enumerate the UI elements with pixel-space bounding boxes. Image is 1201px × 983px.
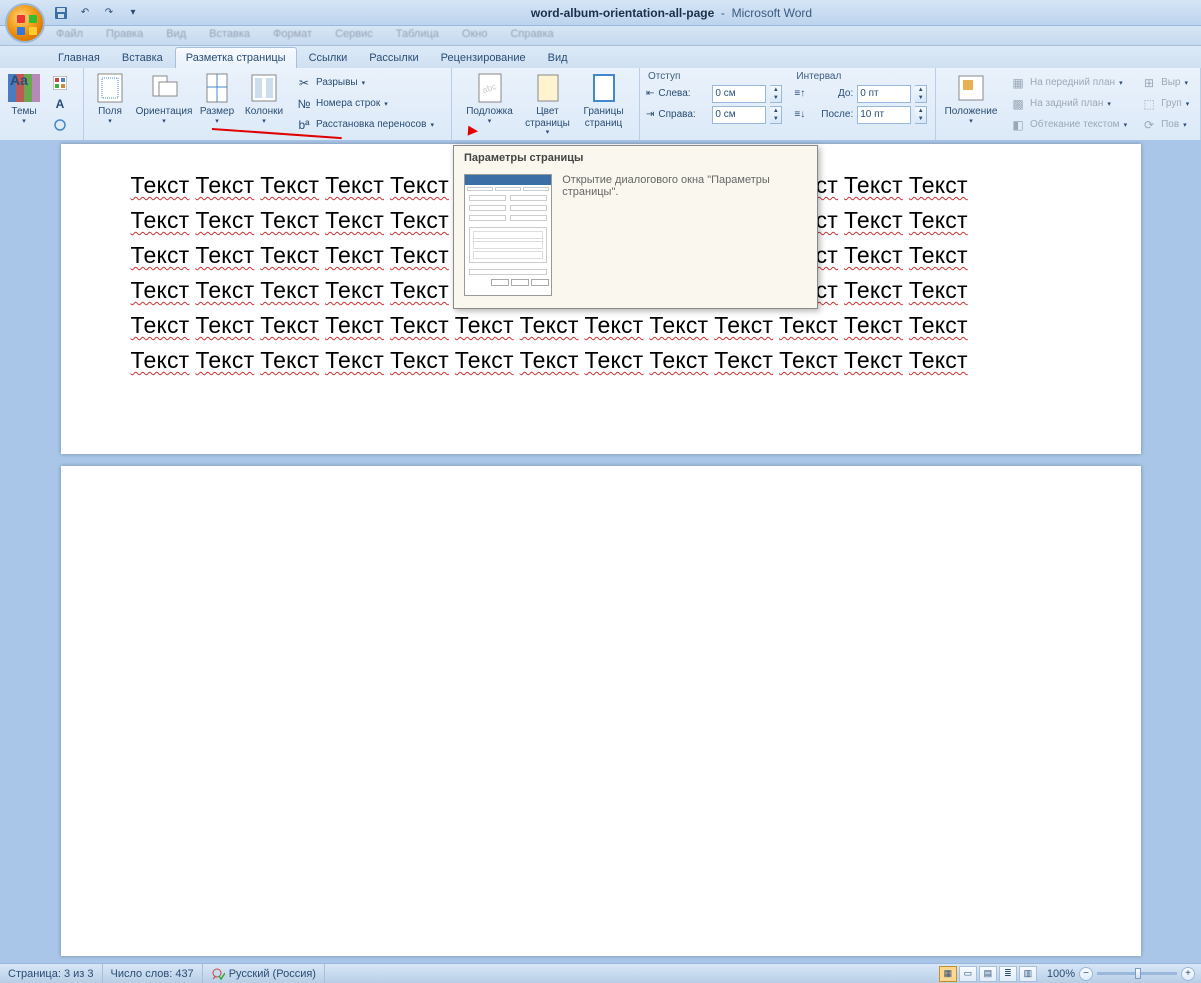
- view-draft[interactable]: ▥: [1019, 966, 1037, 982]
- ribbon-tabs: Главная Вставка Разметка страницы Ссылки…: [0, 46, 1201, 68]
- spinner[interactable]: ▲▼: [915, 85, 927, 103]
- size-button[interactable]: Размер: [196, 70, 238, 126]
- office-logo-icon: [17, 15, 37, 35]
- theme-fonts-button[interactable]: A: [48, 93, 72, 114]
- themes-button[interactable]: Темы: [4, 70, 44, 126]
- annotation-arrow: [212, 128, 342, 130]
- view-web-layout[interactable]: ▤: [979, 966, 997, 982]
- columns-button[interactable]: Колонки: [240, 70, 288, 126]
- proofing-icon: [211, 967, 225, 981]
- save-button[interactable]: [52, 4, 70, 22]
- qat-customize[interactable]: ▾: [124, 4, 142, 22]
- tooltip-description: Открытие диалогового окна "Параметры стр…: [562, 174, 807, 296]
- indent-left: ⇤Слева: 0 см ▲▼: [644, 83, 784, 104]
- theme-effects-button[interactable]: [48, 114, 72, 135]
- line-numbers-button[interactable]: №Номера строк: [292, 93, 438, 114]
- rotate-button[interactable]: ⟳Пов: [1137, 114, 1193, 135]
- spacing-before: ≡↑До: 0 пт ▲▼: [792, 83, 929, 104]
- position-button[interactable]: Положение: [940, 70, 1002, 126]
- zoom-level[interactable]: 100%: [1047, 968, 1075, 980]
- tab-insert[interactable]: Вставка: [112, 48, 173, 68]
- office-button[interactable]: [5, 3, 45, 43]
- zoom-slider[interactable]: [1097, 972, 1177, 975]
- indent-title: Отступ: [644, 70, 784, 83]
- orientation-button[interactable]: Ориентация: [134, 70, 194, 126]
- spacing-before-input[interactable]: 0 пт: [857, 85, 911, 103]
- spacing-after-input[interactable]: 10 пт: [857, 106, 911, 124]
- spinner[interactable]: ▲▼: [770, 85, 782, 103]
- tab-references[interactable]: Ссылки: [299, 48, 358, 68]
- status-page[interactable]: Страница: 3 из 3: [0, 964, 103, 983]
- indent-left-input[interactable]: 0 см: [712, 85, 766, 103]
- status-bar: Страница: 3 из 3 Число слов: 437 Русский…: [0, 963, 1201, 983]
- page-color-button[interactable]: Цвет страницы: [520, 70, 576, 137]
- watermark-button[interactable]: abcПодложка: [462, 70, 518, 126]
- undo-button[interactable]: ↶: [76, 4, 94, 22]
- status-language[interactable]: Русский (Россия): [203, 964, 325, 983]
- theme-colors-button[interactable]: [48, 72, 72, 93]
- indent-right-input[interactable]: 0 см: [712, 106, 766, 124]
- document-page[interactable]: [61, 466, 1141, 956]
- send-back-button[interactable]: ▩На задний план: [1006, 93, 1131, 114]
- tab-view[interactable]: Вид: [538, 48, 578, 68]
- align-button[interactable]: ⊞Выр: [1137, 72, 1193, 93]
- breaks-button[interactable]: ✂Разрывы: [292, 72, 438, 93]
- text-wrap-button[interactable]: ◧Обтекание текстом: [1006, 114, 1131, 135]
- zoom-in-button[interactable]: +: [1181, 967, 1195, 981]
- menubar: ФайлПравкаВидВставкаФорматСервисТаблицаО…: [0, 26, 1201, 46]
- bring-front-button[interactable]: ▦На передний план: [1006, 72, 1131, 93]
- margins-button[interactable]: Поля: [88, 70, 132, 126]
- spinner[interactable]: ▲▼: [770, 106, 782, 124]
- indent-right: ⇥Справа: 0 см ▲▼: [644, 104, 784, 125]
- title-bar: ↶ ↷ ▾ word-album-orientation-all-page - …: [0, 0, 1201, 26]
- tab-page-layout[interactable]: Разметка страницы: [175, 47, 297, 68]
- tooltip-page-setup: Параметры страницы Открытие диалогового …: [453, 145, 818, 309]
- tab-home[interactable]: Главная: [48, 48, 110, 68]
- tab-mailings[interactable]: Рассылки: [359, 48, 428, 68]
- tooltip-preview-icon: [464, 174, 552, 296]
- view-full-reading[interactable]: ▭: [959, 966, 977, 982]
- status-word-count[interactable]: Число слов: 437: [103, 964, 203, 983]
- redo-button[interactable]: ↷: [100, 4, 118, 22]
- group-button[interactable]: ⬚Груп: [1137, 93, 1193, 114]
- page-borders-button[interactable]: Границы страниц: [578, 70, 630, 129]
- spacing-after: ≡↓После: 10 пт ▲▼: [792, 104, 929, 125]
- view-outline[interactable]: ≣: [999, 966, 1017, 982]
- tooltip-title: Параметры страницы: [454, 146, 817, 170]
- spinner[interactable]: ▲▼: [915, 106, 927, 124]
- hyphenation-button[interactable]: bªРасстановка переносов: [292, 114, 438, 135]
- spacing-title: Интервал: [792, 70, 929, 83]
- tab-review[interactable]: Рецензирование: [431, 48, 536, 68]
- zoom-out-button[interactable]: −: [1079, 967, 1093, 981]
- window-title: word-album-orientation-all-page - Micros…: [142, 6, 1201, 20]
- view-print-layout[interactable]: ▦: [939, 966, 957, 982]
- quick-access-toolbar: ↶ ↷ ▾: [52, 4, 142, 22]
